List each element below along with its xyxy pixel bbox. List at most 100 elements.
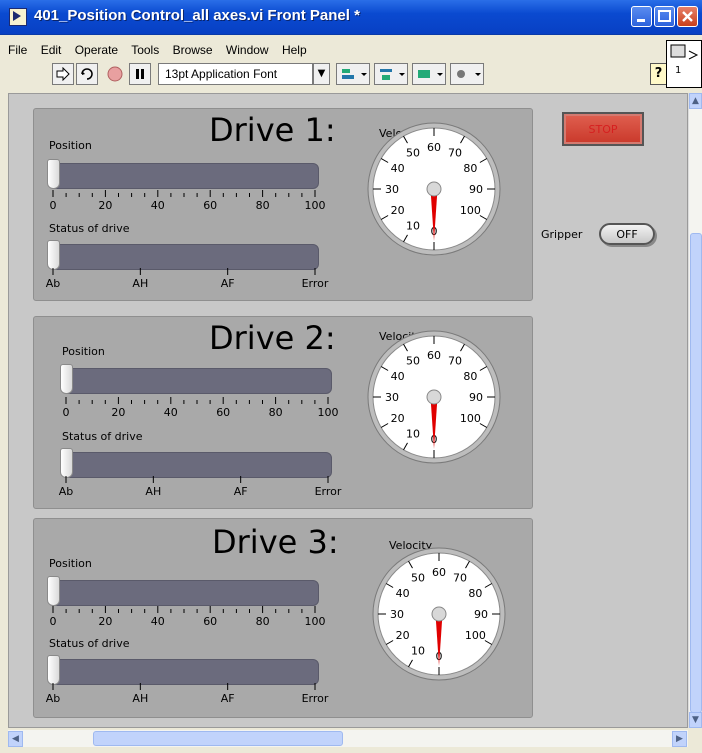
menu-operate[interactable]: Operate <box>75 43 118 57</box>
scroll-left-icon[interactable]: ◀ <box>8 731 23 747</box>
context-help-button[interactable]: ? <box>650 63 667 85</box>
position-tick-label: 60 <box>216 406 231 419</box>
position-tick-label: 0 <box>62 406 70 419</box>
menu-window[interactable]: Window <box>226 43 269 57</box>
scroll-down-icon[interactable]: ▼ <box>689 712 702 728</box>
position-slider-thumb[interactable] <box>47 159 60 189</box>
position-scale-ticks <box>52 606 316 613</box>
gauge-tick-label: 60 <box>427 141 441 154</box>
abort-icon[interactable] <box>104 63 126 85</box>
position-tick-label: 20 <box>98 615 113 628</box>
position-slider-thumb[interactable] <box>60 364 73 394</box>
position-tick-label: 40 <box>150 615 165 628</box>
vertical-scroll-thumb[interactable] <box>690 233 702 713</box>
horizontal-scrollbar[interactable]: ◀ ▶ <box>8 730 688 747</box>
menu-edit[interactable]: Edit <box>41 43 62 57</box>
gauge-tick-label: 30 <box>385 183 399 196</box>
position-label: Position <box>62 345 105 358</box>
status-tick-label: AH <box>132 277 149 290</box>
svg-text:1: 1 <box>675 65 681 76</box>
menu-tools[interactable]: Tools <box>131 43 159 57</box>
position-tick-label: 20 <box>111 406 126 419</box>
scroll-right-icon[interactable]: ▶ <box>672 731 687 747</box>
gauge-tick-label: 80 <box>463 370 477 383</box>
velocity-gauge: 0102030405060708090100 <box>367 330 501 464</box>
menu-file[interactable]: File <box>8 43 27 57</box>
velocity-gauge: 0102030405060708090100 <box>367 122 501 256</box>
drive-1-section: Drive 1: Position 0 20 40 60 80 100 Status of dr… <box>33 108 533 301</box>
status-tick-label: AF <box>220 692 235 705</box>
gauge-tick-label: 70 <box>453 572 467 585</box>
gripper-toggle[interactable]: OFF <box>599 223 655 245</box>
position-tick-label: 80 <box>255 615 270 628</box>
status-label: Status of drive <box>49 637 130 650</box>
position-tick-label: 20 <box>98 199 113 212</box>
gauge-hub <box>426 389 442 405</box>
status-label: Status of drive <box>49 222 130 235</box>
distribute-objects-icon[interactable] <box>374 63 408 85</box>
gauge-tick-label: 50 <box>406 355 420 368</box>
minimize-button[interactable] <box>631 6 652 27</box>
gauge-tick-label: 50 <box>406 147 420 160</box>
stop-button[interactable]: STOP <box>562 112 644 146</box>
scroll-up-icon[interactable]: ▲ <box>689 93 702 109</box>
resize-objects-icon[interactable] <box>412 63 446 85</box>
toolbar: 13pt Application Font ▼ ? <box>0 62 667 88</box>
position-tick-label: 80 <box>255 199 270 212</box>
labview-app-icon[interactable] <box>9 8 27 26</box>
position-slider-track[interactable] <box>49 163 319 189</box>
position-slider-track[interactable] <box>62 368 332 394</box>
gauge-tick-label: 80 <box>468 587 482 600</box>
position-tick-label: 0 <box>49 615 57 628</box>
gauge-tick-label: 40 <box>396 587 410 600</box>
window-title: 401_Position Control_all axes.vi Front P… <box>34 7 360 24</box>
horizontal-scroll-thumb[interactable] <box>93 731 343 746</box>
gauge-tick-label: 10 <box>411 644 425 657</box>
stop-button-label: STOP <box>588 122 618 136</box>
gauge-tick-label: 30 <box>385 391 399 404</box>
position-slider-thumb[interactable] <box>47 576 60 606</box>
maximize-button[interactable] <box>654 6 675 27</box>
gauge-tick-label: 10 <box>406 427 420 440</box>
run-arrow-icon[interactable] <box>52 63 74 85</box>
pause-icon[interactable] <box>129 63 151 85</box>
position-tick-label: 40 <box>150 199 165 212</box>
vertical-scrollbar[interactable]: ▲ ▼ <box>688 93 702 728</box>
reorder-icon[interactable] <box>450 63 484 85</box>
align-objects-icon[interactable] <box>336 63 370 85</box>
status-slider-thumb[interactable] <box>47 655 60 685</box>
vi-icon[interactable]: 1 <box>666 40 702 88</box>
font-select-chevron-icon[interactable]: ▼ <box>313 63 330 85</box>
menu-bar: File Edit Operate Tools Browse Window He… <box>8 43 317 61</box>
drive-title: Drive 1: <box>209 111 336 149</box>
gauge-tick-label: 90 <box>474 608 488 621</box>
drive-3-section: Drive 3: Position 0 20 40 60 80 100 Status of dr… <box>33 518 533 718</box>
title-bar[interactable]: 401_Position Control_all axes.vi Front P… <box>0 0 702 35</box>
gauge-tick-label: 60 <box>432 566 446 579</box>
gauge-tick-label: 60 <box>427 349 441 362</box>
gauge-tick-label: 20 <box>391 412 405 425</box>
gauge-tick-label: 100 <box>460 412 481 425</box>
font-select[interactable]: 13pt Application Font <box>158 63 313 85</box>
gauge-tick-label: 100 <box>460 204 481 217</box>
menu-help[interactable]: Help <box>282 43 307 57</box>
close-button[interactable] <box>677 6 698 27</box>
gauge-tick-label: 20 <box>396 629 410 642</box>
status-slider-thumb[interactable] <box>47 240 60 270</box>
position-tick-label: 100 <box>317 406 339 419</box>
gauge-tick-label: 20 <box>391 204 405 217</box>
gauge-tick-label: 70 <box>448 355 462 368</box>
position-tick-label: 40 <box>163 406 178 419</box>
front-panel: Drive 1: Position 0 20 40 60 80 100 Status of dr… <box>8 93 688 728</box>
position-slider-track[interactable] <box>49 580 319 606</box>
gauge-tick-label: 100 <box>465 629 486 642</box>
status-slider-thumb[interactable] <box>60 448 73 478</box>
run-continuously-icon[interactable] <box>76 63 98 85</box>
gauge-tick-label: 90 <box>469 391 483 404</box>
gauge-tick-label: 90 <box>469 183 483 196</box>
status-tick-label: AF <box>233 485 248 498</box>
position-tick-label: 0 <box>49 199 57 212</box>
drive-title: Drive 3: <box>212 523 339 561</box>
gauge-tick-label: 70 <box>448 147 462 160</box>
menu-browse[interactable]: Browse <box>173 43 213 57</box>
